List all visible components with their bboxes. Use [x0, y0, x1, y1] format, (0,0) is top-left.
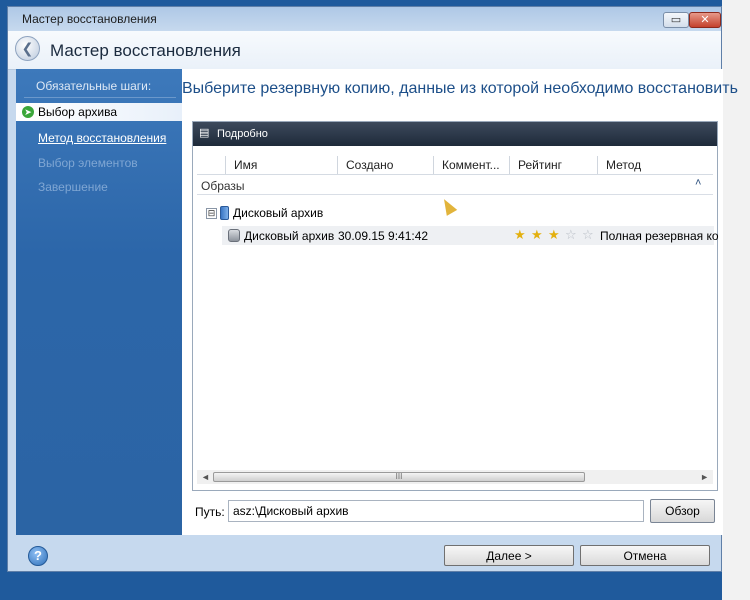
restore-button[interactable]: ▭: [663, 12, 689, 28]
current-step-icon: ➤: [22, 106, 34, 118]
window-title: Мастер восстановления: [22, 12, 157, 26]
group-divider: [197, 194, 713, 195]
horizontal-scrollbar[interactable]: ◄ III ►: [197, 470, 713, 484]
backup-method: Полная резервная ко: [600, 229, 719, 243]
archive-icon: [220, 206, 229, 220]
steps-title: Обязательные шаги:: [36, 79, 152, 93]
title-bar: Мастер восстановления ▭ ✕: [8, 7, 721, 31]
star-empty-icon[interactable]: ☆: [582, 227, 594, 243]
group-label: Образы: [201, 179, 245, 193]
column-header-method[interactable]: Метод: [597, 156, 713, 174]
backup-row[interactable]: Дисковый архив 30.09.15 9:41:42 ★ ★ ★ ☆ ☆ По…: [222, 226, 719, 245]
wizard-header: ❮ Мастер восстановления: [8, 31, 721, 70]
browse-button[interactable]: Обзор: [650, 499, 715, 523]
backup-name: Дисковый архив: [244, 229, 335, 243]
scroll-thumb[interactable]: III: [213, 472, 585, 482]
sidebar-item-label: Завершение: [38, 180, 108, 194]
sidebar-item-label: Выбор архива: [38, 105, 118, 119]
steps-sidebar: Обязательные шаги: ➤ Выбор архива Метод …: [16, 69, 182, 535]
sidebar-item-archive-selection[interactable]: ➤ Выбор архива: [16, 103, 182, 121]
backup-created: 30.09.15 9:41:42: [338, 229, 429, 243]
back-button[interactable]: ❮: [15, 36, 40, 61]
details-panel: ▤ Подробно Имя Создано Коммент... Рейтин…: [192, 121, 719, 491]
scroll-left-icon[interactable]: ◄: [201, 470, 210, 484]
wizard-footer: ? Далее > Отмена: [8, 535, 721, 573]
collapse-group-icon[interactable]: ˄: [695, 177, 701, 189]
column-headers: Имя Создано Коммент... Рейтинг Метод: [197, 156, 713, 175]
details-icon: ▤: [199, 127, 210, 139]
sidebar-item-label: Выбор элементов: [38, 156, 138, 170]
sidebar-divider: [24, 97, 176, 98]
path-label: Путь:: [195, 505, 225, 519]
recovery-wizard-window: Мастер восстановления ▭ ✕ ❮ Мастер восст…: [7, 6, 738, 573]
star-filled-icon[interactable]: ★: [514, 227, 526, 243]
star-filled-icon[interactable]: ★: [548, 227, 560, 243]
close-button[interactable]: ✕: [689, 12, 721, 28]
archive-node[interactable]: Дисковый архив: [233, 206, 323, 220]
wizard-title: Мастер восстановления: [50, 41, 241, 60]
path-input[interactable]: [228, 500, 644, 522]
star-filled-icon[interactable]: ★: [531, 227, 543, 243]
column-header-created[interactable]: Создано: [337, 156, 433, 174]
close-icon: ✕: [700, 14, 710, 26]
column-header-comment[interactable]: Коммент...: [433, 156, 509, 174]
star-empty-icon[interactable]: ☆: [565, 227, 577, 243]
sidebar-item-label: Метод восстановления: [38, 131, 167, 145]
disk-backup-icon: [228, 229, 240, 242]
cancel-button[interactable]: Отмена: [580, 545, 710, 566]
main-content: Выберите резервную копию, данные из кото…: [182, 69, 738, 535]
scroll-right-icon[interactable]: ►: [700, 470, 709, 484]
help-icon[interactable]: ?: [28, 546, 48, 566]
sidebar-item-element-selection: Выбор элементов: [16, 154, 182, 172]
next-button[interactable]: Далее >: [444, 545, 574, 566]
details-panel-title: Подробно: [217, 128, 268, 140]
scroll-grip-icon: III: [395, 472, 403, 481]
details-panel-header[interactable]: ▤ Подробно: [193, 122, 717, 146]
page-heading: Выберите резервную копию, данные из кото…: [182, 80, 738, 97]
column-header-rating[interactable]: Рейтинг: [509, 156, 597, 174]
back-arrow-icon: ❮: [21, 40, 34, 56]
sidebar-item-recovery-method[interactable]: Метод восстановления: [16, 129, 182, 147]
restore-icon: ▭: [670, 14, 682, 26]
tree-collapse-icon[interactable]: ⊟: [206, 208, 217, 219]
sidebar-item-finish: Завершение: [16, 178, 182, 196]
column-header-name[interactable]: Имя: [225, 156, 337, 174]
